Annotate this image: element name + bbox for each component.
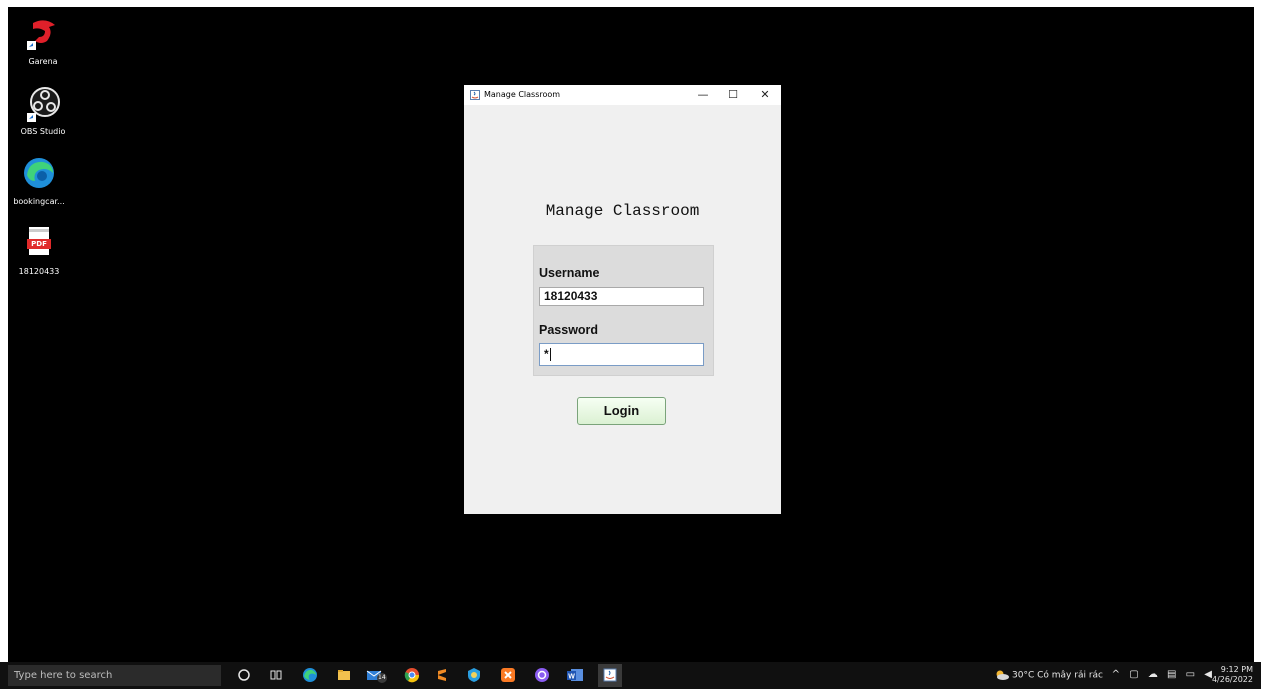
close-button[interactable]: ✕ [751, 85, 779, 105]
password-mask: * [544, 347, 549, 361]
chrome-icon[interactable] [404, 667, 420, 683]
window-titlebar[interactable]: Manage Classroom — ☐ ✕ [464, 85, 781, 105]
mail-badge: 14 [378, 674, 386, 681]
word-icon[interactable]: W [566, 667, 583, 683]
shield-app-icon[interactable] [466, 667, 482, 683]
onedrive-cloud-icon[interactable]: ☁ [1148, 669, 1161, 680]
github-desktop-icon[interactable] [534, 667, 550, 683]
cortana-icon[interactable] [236, 667, 252, 683]
svg-text:W: W [568, 674, 575, 681]
pdf-file-icon: PDF [19, 225, 59, 265]
clock[interactable]: 9:12 PM 4/26/2022 [1212, 665, 1253, 685]
garena-icon [23, 15, 63, 55]
desktop-icon-label: 18120433 [18, 267, 60, 276]
window-title: Manage Classroom [484, 90, 561, 99]
edge-browser-icon [19, 155, 59, 195]
clock-time: 9:12 PM [1220, 665, 1253, 674]
weather-widget[interactable]: 30°C Có mây rải rác [995, 670, 1103, 681]
display-icon[interactable]: ▭ [1186, 669, 1198, 680]
maximize-button[interactable]: ☐ [719, 85, 747, 105]
manage-classroom-window: Manage Classroom — ☐ ✕ Manage Classroom … [464, 85, 781, 514]
text-cursor [549, 348, 551, 362]
sublime-text-icon[interactable] [434, 667, 450, 683]
weather-text: 30°C Có mây rải rác [1012, 670, 1103, 681]
desktop-icon-label: OBS Studio [20, 127, 66, 136]
weather-cloud-icon [996, 670, 1010, 680]
pdf-badge: PDF [27, 239, 51, 249]
system-tray: 30°C Có mây rải rác ^ ▢ ☁ ▤ ▭ ◀ 9:12 PM … [955, 662, 1255, 689]
desktop-icon-obs-studio[interactable]: OBS Studio [12, 85, 74, 136]
file-explorer-icon[interactable] [336, 667, 352, 683]
java-app-icon [470, 90, 480, 100]
java-taskbar-icon[interactable] [598, 664, 622, 687]
password-label: Password [539, 323, 599, 337]
password-input[interactable]: * [539, 343, 704, 366]
desktop-icon-garena[interactable]: Garena [12, 15, 74, 66]
xampp-icon[interactable] [500, 667, 516, 683]
username-label: Username [539, 266, 600, 280]
desktop: Garena OBS Studio bookingcar... PDF 1812… [8, 7, 1254, 662]
form-heading: Manage Classroom [545, 202, 700, 220]
login-button[interactable]: Login [577, 397, 666, 425]
taskbar: Type here to search 14 W 30°C Có mây rải [0, 662, 1261, 689]
taskbar-search-input[interactable]: Type here to search [8, 665, 221, 686]
minimize-button[interactable]: — [689, 85, 717, 105]
desktop-icon-label: bookingcar... [13, 197, 65, 206]
mail-icon[interactable]: 14 [366, 667, 387, 683]
login-panel: Username 18120433 Password * [533, 245, 714, 376]
tray-app-icon[interactable]: ▢ [1129, 669, 1141, 680]
obs-studio-icon [23, 85, 63, 125]
desktop-icon-bookingcar[interactable]: bookingcar... [8, 155, 70, 206]
task-view-icon[interactable] [268, 667, 284, 683]
edge-taskbar-icon[interactable] [302, 667, 318, 683]
desktop-icon-label: Garena [28, 57, 58, 66]
clock-date: 4/26/2022 [1211, 675, 1253, 684]
show-hidden-icons-chevron-icon[interactable]: ^ [1112, 669, 1123, 680]
username-input[interactable]: 18120433 [539, 287, 704, 306]
network-icon[interactable]: ▤ [1167, 669, 1179, 680]
tray-icons[interactable]: ^ ▢ ☁ ▤ ▭ ◀ [1112, 669, 1215, 680]
desktop-icon-pdf-file[interactable]: PDF 18120433 [8, 225, 70, 276]
